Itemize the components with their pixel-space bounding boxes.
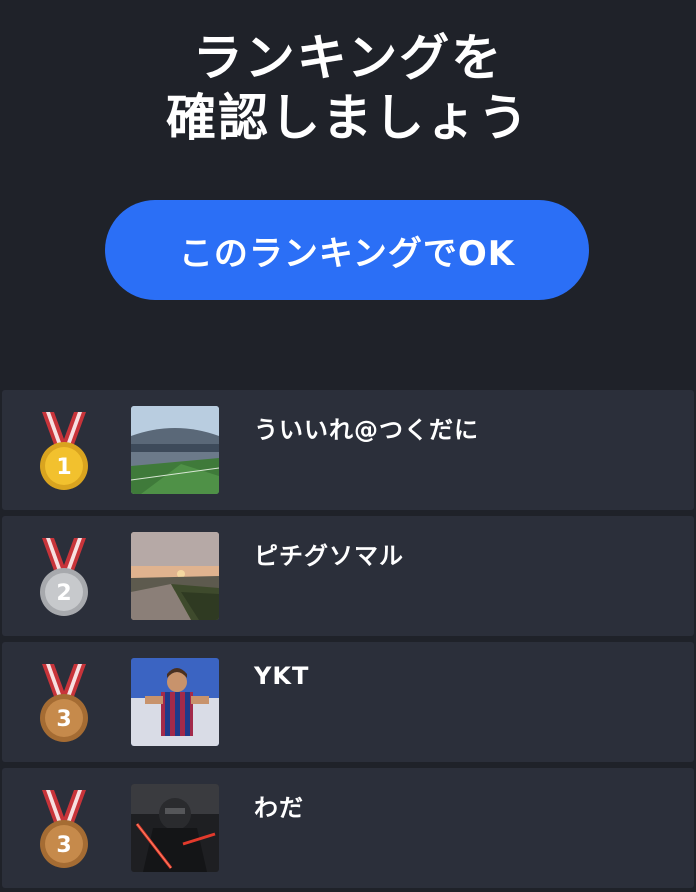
username[interactable]: わだ (254, 788, 304, 823)
gold-medal-icon: 1 (34, 410, 94, 492)
ranking-row[interactable]: 1 ういいれ@つくだに (2, 390, 694, 510)
ranking-row[interactable]: 3 わだ (2, 768, 694, 888)
page-title-line-1: ランキングを (192, 29, 504, 87)
medal-rank-number: 3 (56, 833, 71, 858)
avatar[interactable] (131, 784, 219, 872)
ranking-confirmation-screen: ランキングを 確認しましょう このランキングでOK 1 ういいれ@つくだに 2 … (0, 0, 696, 892)
medal-rank-number: 3 (56, 707, 71, 732)
avatar[interactable] (131, 406, 219, 494)
username[interactable]: YKT (254, 662, 309, 690)
bronze-medal-icon: 3 (34, 788, 94, 870)
bronze-medal-icon: 3 (34, 662, 94, 744)
medal-rank-number: 1 (56, 455, 71, 480)
confirm-ranking-button[interactable]: このランキングでOK (105, 200, 589, 300)
avatar[interactable] (131, 658, 219, 746)
page-title-line-2: 確認しましょう (166, 89, 530, 147)
username[interactable]: ういいれ@つくだに (254, 410, 479, 445)
page-title: ランキングを 確認しましょう (0, 28, 696, 148)
ranking-list: 1 ういいれ@つくだに 2 ピチグソマル 3 YKT 3 わだ (2, 390, 694, 892)
ranking-row[interactable]: 2 ピチグソマル (2, 516, 694, 636)
username[interactable]: ピチグソマル (254, 536, 404, 571)
medal-rank-number: 2 (56, 581, 71, 606)
avatar[interactable] (131, 532, 219, 620)
ranking-row[interactable]: 3 YKT (2, 642, 694, 762)
silver-medal-icon: 2 (34, 536, 94, 618)
